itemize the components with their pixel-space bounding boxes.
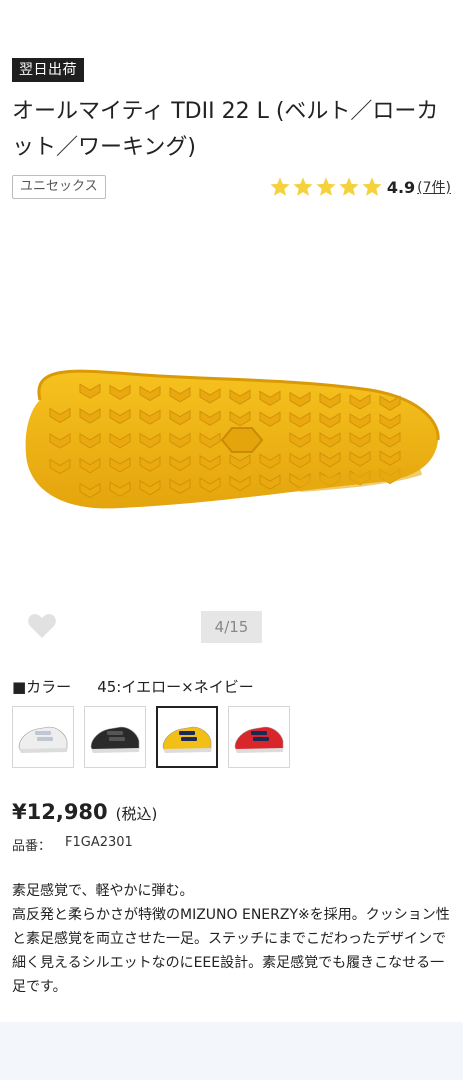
- star-icon: [339, 177, 359, 196]
- rating: 4.9 (7件): [269, 173, 451, 201]
- review-count-link[interactable]: (7件): [417, 177, 451, 197]
- sku-row: 品番： F1GA2301: [12, 835, 133, 854]
- color-swatch-white[interactable]: [12, 706, 74, 768]
- star-icon: [293, 177, 313, 196]
- selected-color-name: 45:イエロー×ネイビー: [97, 678, 254, 696]
- shoe-thumbnail-icon: [90, 726, 140, 753]
- star-icon: [270, 177, 290, 196]
- sku-value: F1GA2301: [65, 835, 133, 850]
- footer-band: [0, 1022, 463, 1080]
- color-swatch-black[interactable]: [84, 706, 146, 768]
- shoe-thumbnail-icon: [18, 726, 68, 753]
- shoe-thumbnail-icon: [162, 726, 212, 753]
- tax-label: (税込): [115, 805, 158, 823]
- price: ¥12,980: [12, 800, 108, 824]
- unisex-tag: ユニセックス: [12, 175, 106, 199]
- shoe-thumbnail-icon: [234, 726, 284, 753]
- color-swatches: [12, 706, 290, 768]
- next-day-shipping-badge: 翌日出荷: [12, 58, 84, 82]
- color-swatch-yellow[interactable]: [156, 706, 218, 768]
- product-title: オールマイティ TDII 22 L (ベルト／ローカット／ワーキング): [12, 99, 439, 160]
- rating-score: 4.9: [386, 177, 416, 197]
- color-label: ■カラー: [12, 678, 72, 696]
- favorite-heart-icon[interactable]: [27, 612, 57, 640]
- color-row: ■カラー 45:イエロー×ネイビー: [12, 676, 254, 697]
- star-icon: [362, 177, 382, 196]
- image-counter: 4/15: [201, 611, 262, 643]
- rating-stars: [269, 176, 383, 198]
- star-icon: [316, 177, 336, 196]
- product-image-sole[interactable]: [0, 230, 463, 590]
- color-swatch-red[interactable]: [228, 706, 290, 768]
- sole-hex-logo: [220, 427, 264, 453]
- price-row: ¥12,980 (税込): [12, 800, 157, 824]
- sku-label: 品番：: [12, 839, 52, 854]
- product-description: 素足感覚で、軽やかに弾む。 高反発と柔らかさが特徴のMIZUNO ENERZY※…: [12, 879, 452, 999]
- description-body: 高反発と柔らかさが特徴のMIZUNO ENERZY※を採用。クッション性と素足感…: [12, 907, 450, 995]
- description-lead: 素足感覚で、軽やかに弾む。: [12, 883, 194, 899]
